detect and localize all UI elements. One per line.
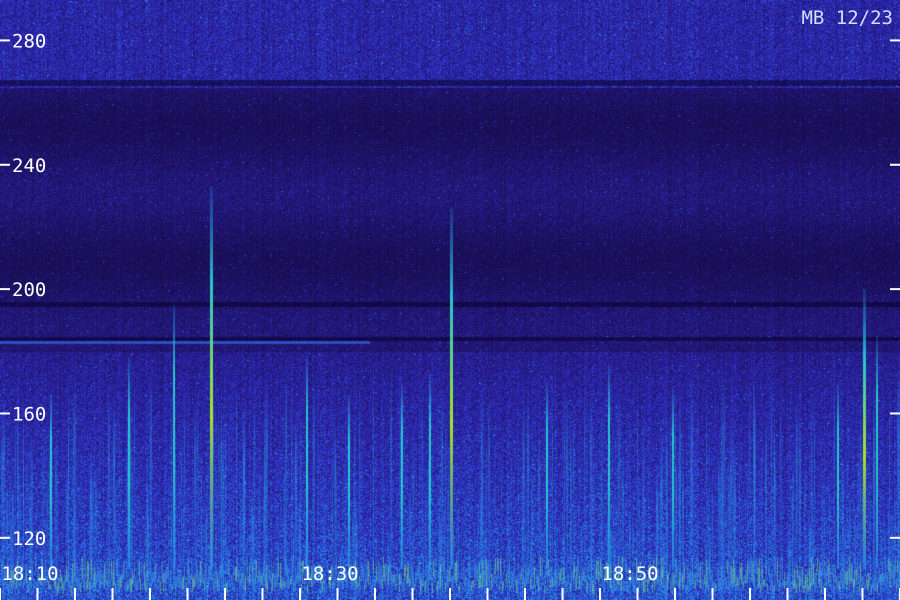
y-tick-label: 240 — [12, 155, 46, 177]
x-tick-label: 18:50 — [601, 563, 658, 585]
y-tick-label: 280 — [12, 30, 46, 52]
x-axis: 18:10 18:30 18:50 — [0, 563, 900, 600]
y-tick-label: 120 — [12, 528, 46, 550]
y-tick-label: 200 — [12, 279, 46, 301]
chart-title: MB 12/23 — [801, 7, 893, 29]
y-axis-right — [890, 39, 900, 539]
x-tick-label: 18:30 — [301, 563, 358, 585]
y-axis-left: 280 240 200 160 120 — [0, 30, 46, 550]
chart-overlay: 280 240 200 160 120 18:10 18:30 18:50 MB 12/23 — [0, 7, 900, 600]
x-tick-label: 18:10 — [1, 563, 58, 585]
y-tick-label: 160 — [12, 403, 46, 425]
spectrogram-chart: 280 240 200 160 120 18:10 18:30 18:50 MB 12/23 — [0, 0, 900, 600]
